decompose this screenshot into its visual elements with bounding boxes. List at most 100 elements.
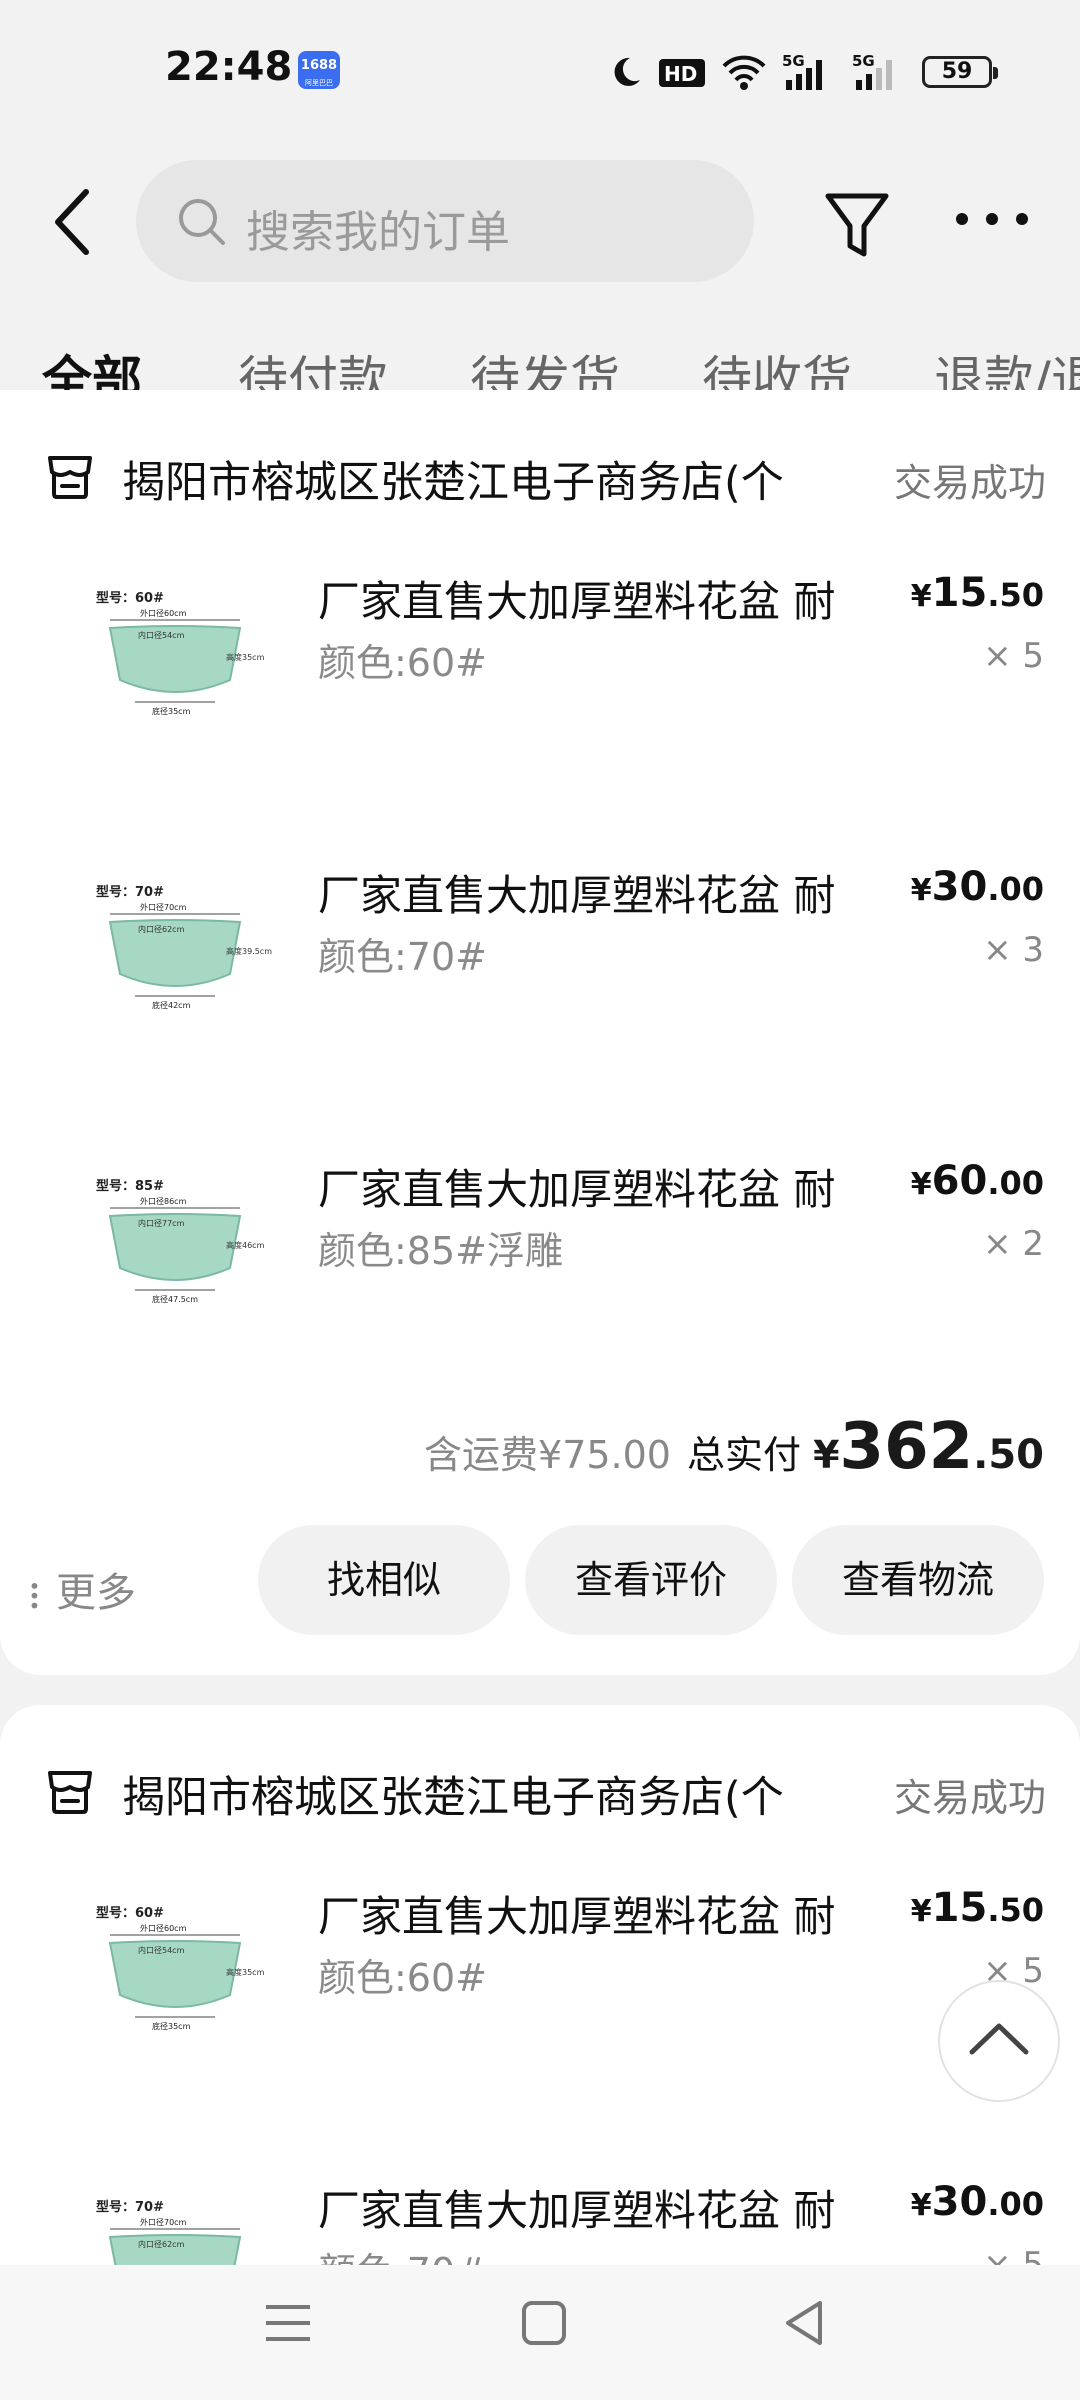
item-price: ¥30.00 (911, 864, 1044, 910)
item-price: ¥60.00 (911, 1158, 1044, 1204)
filter-icon[interactable] (822, 184, 892, 264)
product-thumbnail[interactable]: 型号：85# 外口径86cm 内口径77cm 高度46cm 底径47.5cm (90, 1168, 290, 1368)
item-quantity: × 3 (983, 930, 1044, 970)
thumb-bottom: 底径47.5cm (152, 1294, 198, 1304)
price-symbol: ¥ (910, 873, 932, 908)
item-price: ¥15.50 (911, 570, 1044, 616)
order-status: 交易成功 (893, 1776, 1046, 1820)
thumb-outer: 外口径70cm (140, 2217, 187, 2227)
home-icon[interactable] (520, 2295, 568, 2351)
order-card[interactable]: 揭阳市榕城区张楚江电子商务店(个 交易成功 型号：60# 外口径60cm 内口径… (0, 390, 1080, 1675)
item-title[interactable]: 厂家直售大加厚塑料花盆 耐 (318, 2177, 835, 2238)
more-options-icon[interactable] (950, 204, 1034, 234)
scroll-to-top-button[interactable] (938, 1980, 1060, 2102)
price-dec: .50 (987, 576, 1044, 614)
thumb-height: 高度35cm (226, 1967, 265, 1977)
item-spec: 颜色:85#浮雕 (318, 1229, 563, 1273)
shop-row[interactable]: 揭阳市榕城区张楚江电子商务店(个 交易成功 (0, 1745, 1080, 1835)
thumb-height: 高度46cm (226, 1240, 265, 1250)
order-item[interactable]: 型号：85# 外口径86cm 内口径77cm 高度46cm 底径47.5cm 厂… (0, 1148, 1080, 1438)
hd-icon: HD (659, 59, 705, 87)
shipping-fee: 含运费¥75.00 (424, 1433, 671, 1477)
price-symbol: ¥ (910, 1894, 932, 1929)
app-notification-icon: 1688 阿里巴巴 (298, 51, 340, 89)
net1-label: 5G (782, 52, 805, 70)
thumb-height: 高度39.5cm (226, 946, 272, 956)
price-symbol: ¥ (910, 579, 932, 614)
view-review-button[interactable]: 查看评价 (525, 1525, 777, 1635)
total-symbol: ¥ (813, 1433, 840, 1477)
thumb-outer: 外口径86cm (140, 1196, 187, 1206)
shop-icon (48, 456, 92, 499)
signal-5g-icon-1: 5G (782, 52, 822, 90)
search-input[interactable]: 搜索我的订单 (136, 160, 754, 282)
shop-name[interactable]: 揭阳市榕城区张楚江电子商务店(个 (122, 1763, 784, 1825)
thumb-inner: 内口径62cm (138, 924, 185, 934)
thumb-outer: 外口径60cm (140, 1923, 187, 1933)
price-int: 30 (931, 864, 988, 910)
order-status: 交易成功 (893, 461, 1046, 505)
menu-icon[interactable] (262, 2295, 314, 2351)
shop-icon (48, 1771, 92, 1814)
price-dec: .00 (987, 2185, 1044, 2223)
search-icon (179, 199, 225, 245)
item-price: ¥15.50 (911, 1885, 1044, 1931)
product-thumbnail[interactable]: 型号：60# 外口径60cm 内口径54cm 高度35cm 底径35cm (90, 580, 290, 780)
item-title[interactable]: 厂家直售大加厚塑料花盆 耐 (318, 568, 835, 629)
thumb-height: 高度35cm (226, 652, 265, 662)
search-placeholder: 搜索我的订单 (246, 207, 510, 258)
back-arrow-icon[interactable] (44, 182, 104, 262)
price-int: 60 (931, 1158, 988, 1204)
thumb-inner: 内口径77cm (138, 1218, 185, 1228)
status-icons: HD 5G 5G 59 (608, 50, 998, 94)
total-dec: .50 (973, 1432, 1044, 1478)
clock: 22:48 (165, 44, 293, 90)
product-thumbnail[interactable]: 型号：60# 外口径60cm 内口径54cm 高度35cm 底径35cm (90, 1895, 290, 2095)
order-item[interactable]: 型号：60# 外口径60cm 内口径54cm 高度35cm 底径35cm 厂家直… (0, 1875, 1080, 2165)
total-int: 362 (839, 1410, 974, 1484)
signal-5g-icon-2: 5G (852, 52, 892, 90)
price-int: 15 (931, 570, 988, 616)
more-actions-link[interactable]: ••• 更多 (22, 1560, 136, 1618)
order-item[interactable]: 型号：70# 外口径70cm 内口径62cm 厂家直售大加厚塑料花盆 耐 颜色:… (0, 2169, 1080, 2265)
price-dec: .00 (987, 1164, 1044, 1202)
price-symbol: ¥ (910, 1167, 932, 1202)
back-triangle-icon[interactable] (780, 2295, 828, 2351)
thumb-model: 型号：85# (96, 1178, 164, 1194)
system-nav-bar (0, 2265, 1080, 2400)
total-label: 总实付 (686, 1433, 801, 1477)
thumb-model: 型号：70# (96, 884, 164, 900)
moon-icon (614, 57, 640, 86)
header: 搜索我的订单 (0, 140, 1080, 310)
item-spec: 颜色:60# (318, 1956, 487, 2000)
find-similar-button[interactable]: 找相似 (258, 1525, 510, 1635)
item-price: ¥30.00 (911, 2179, 1044, 2225)
item-spec: 颜色:60# (318, 641, 487, 685)
product-thumbnail[interactable]: 型号：70# 外口径70cm 内口径62cm 高度39.5cm 底径42cm (90, 874, 290, 1074)
net2-label: 5G (852, 52, 875, 70)
item-title[interactable]: 厂家直售大加厚塑料花盆 耐 (318, 1156, 835, 1217)
thumb-model: 型号：60# (96, 590, 164, 606)
more-label: 更多 (56, 1570, 136, 1616)
order-card[interactable]: 揭阳市榕城区张楚江电子商务店(个 交易成功 型号：60# 外口径60cm 内口径… (0, 1705, 1080, 2265)
vertical-dots-icon: ••• (22, 1580, 46, 1610)
item-title[interactable]: 厂家直售大加厚塑料花盆 耐 (318, 862, 835, 923)
chevron-up-icon (969, 2023, 1029, 2055)
thumb-bottom: 底径35cm (152, 2021, 191, 2031)
order-item[interactable]: 型号：60# 外口径60cm 内口径54cm 高度35cm 底径35cm 厂家直… (0, 560, 1080, 850)
view-logistics-button[interactable]: 查看物流 (792, 1525, 1044, 1635)
product-thumbnail[interactable]: 型号：70# 外口径70cm 内口径62cm (90, 2189, 290, 2265)
shop-name[interactable]: 揭阳市榕城区张楚江电子商务店(个 (122, 448, 784, 510)
hd-label: HD (664, 62, 697, 86)
price-dec: .00 (987, 870, 1044, 908)
price-int: 30 (931, 2179, 988, 2225)
battery-indicator: 59 (922, 56, 998, 88)
item-title[interactable]: 厂家直售大加厚塑料花盆 耐 (318, 1883, 835, 1944)
item-quantity: × 5 (983, 2245, 1044, 2265)
order-item[interactable]: 型号：70# 外口径70cm 内口径62cm 高度39.5cm 底径42cm 厂… (0, 854, 1080, 1144)
thumb-outer: 外口径60cm (140, 608, 187, 618)
thumb-inner: 内口径54cm (138, 1945, 185, 1955)
thumb-inner: 内口径62cm (138, 2239, 185, 2249)
price-symbol: ¥ (910, 2188, 932, 2223)
shop-row[interactable]: 揭阳市榕城区张楚江电子商务店(个 交易成功 (0, 430, 1080, 520)
